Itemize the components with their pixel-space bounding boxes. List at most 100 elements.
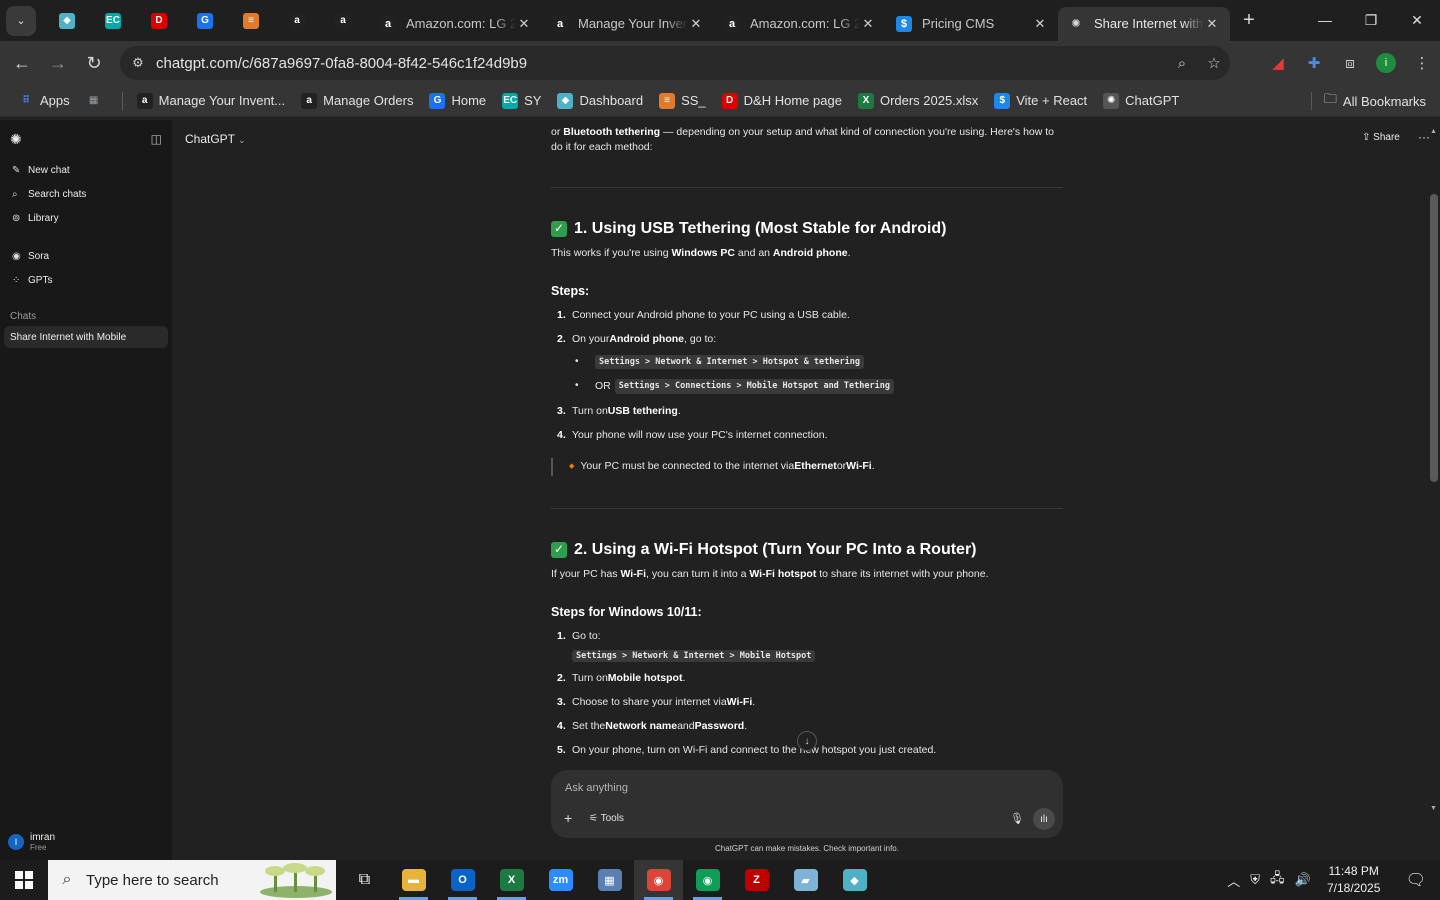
aqua-diamond-icon: ◆ bbox=[59, 12, 75, 29]
pinned-tab[interactable]: a bbox=[274, 6, 320, 36]
close-tab-icon[interactable]: ✕ bbox=[1032, 16, 1048, 32]
taskbar-search[interactable]: ⌕ Type here to search bbox=[48, 860, 336, 900]
minimize-button[interactable]: — bbox=[1302, 0, 1348, 40]
pinned-tab[interactable]: D bbox=[136, 6, 182, 36]
system-tray: ︿ ⛨ 🖧 🔊 11:48 PM 7/18/2025 🗨 bbox=[1222, 860, 1440, 900]
browser-tab[interactable]: a Amazon.com: LG 2 ✕ bbox=[370, 7, 542, 41]
extension-icon[interactable]: ✚ bbox=[1296, 45, 1332, 81]
network-icon[interactable]: 🖧 bbox=[1265, 869, 1290, 891]
forward-button[interactable]: → bbox=[40, 45, 76, 81]
pinned-tab[interactable]: a bbox=[320, 6, 366, 36]
taskbar-app[interactable]: X bbox=[487, 860, 536, 900]
browser-tab[interactable]: a Amazon.com: LG 2 ✕ bbox=[714, 7, 886, 41]
scroll-to-bottom-button[interactable]: ↓ bbox=[797, 731, 817, 751]
sidebar-item-library[interactable]: ⊚ Library bbox=[0, 206, 172, 230]
share-button[interactable]: ⇪ Share bbox=[1362, 132, 1400, 143]
address-bar[interactable]: ⚙ chatgpt.com/c/687a9697-0fa8-8004-8f42-… bbox=[120, 46, 1230, 80]
browser-tab[interactable]: a Manage Your Inven ✕ bbox=[542, 7, 714, 41]
scroll-up-icon[interactable]: ▲ bbox=[1430, 128, 1437, 135]
close-window-button[interactable]: ✕ bbox=[1394, 0, 1440, 40]
pinned-tab[interactable]: ≡ bbox=[228, 6, 274, 36]
section-heading: ✓ 1. Using USB Tethering (Most Stable for… bbox=[551, 217, 946, 240]
puzzle-icon[interactable]: ⧈ bbox=[1332, 45, 1368, 81]
security-icon[interactable]: ⛨ bbox=[1245, 872, 1265, 888]
taskbar-app[interactable]: ▦ bbox=[585, 860, 634, 900]
all-bookmarks-button[interactable]: 🗀 All Bookmarks bbox=[1305, 87, 1426, 115]
bookmark-item[interactable]: ▦ bbox=[78, 87, 116, 115]
microphone-icon[interactable]: 🎙 bbox=[1010, 812, 1024, 825]
pdf-extension-icon[interactable]: ◢ bbox=[1260, 45, 1296, 81]
volume-icon[interactable]: 🔊 bbox=[1290, 872, 1316, 888]
back-button[interactable]: ← bbox=[4, 45, 40, 81]
prompt-input[interactable]: Ask anything bbox=[565, 782, 628, 794]
openai-logo-icon[interactable]: ✺ bbox=[10, 131, 22, 148]
scroll-down-icon[interactable]: ▼ bbox=[1430, 805, 1437, 812]
notifications-icon[interactable]: 🗨 bbox=[1392, 870, 1440, 890]
pinned-tab[interactable]: EC bbox=[90, 6, 136, 36]
pinned-tab[interactable]: G bbox=[182, 6, 228, 36]
close-sidebar-icon[interactable]: ◫ bbox=[151, 132, 162, 146]
taskbar-app[interactable]: ◆ bbox=[830, 860, 879, 900]
bookmark-item[interactable]: ≡ SS_ bbox=[651, 87, 714, 115]
bookmark-item[interactable]: D D&H Home page bbox=[714, 87, 850, 115]
sidebar-chat-item[interactable]: Share Internet with Mobile bbox=[4, 326, 168, 348]
bookmark-item[interactable]: EC SY bbox=[494, 87, 549, 115]
bookmark-item[interactable]: ⠿ Apps bbox=[10, 87, 78, 115]
bookmark-star-icon[interactable]: ☆ bbox=[1198, 54, 1230, 72]
tab-favicon-icon: ✺ bbox=[1071, 18, 1081, 30]
clock-time: 11:48 PM bbox=[1328, 864, 1379, 879]
sidebar-item-sora[interactable]: ◉ Sora bbox=[0, 244, 172, 268]
restore-button[interactable]: ❐ bbox=[1348, 0, 1394, 40]
clock[interactable]: 11:48 PM 7/18/2025 bbox=[1316, 863, 1392, 897]
taskbar-app[interactable]: ◉ bbox=[634, 860, 683, 900]
browser-tab[interactable]: ✺ Share Internet with ✕ bbox=[1058, 6, 1230, 41]
scrollbar-thumb[interactable] bbox=[1430, 194, 1438, 482]
pinned-tab[interactable]: ◆ bbox=[44, 6, 90, 36]
model-selector[interactable]: ChatGPT ⌄ bbox=[185, 132, 246, 146]
profile-avatar[interactable]: i bbox=[1376, 53, 1396, 73]
taskbar-app[interactable]: zm bbox=[536, 860, 585, 900]
sidebar-item-new-chat[interactable]: ✎ New chat bbox=[0, 158, 172, 182]
taskbar-app[interactable]: ⧉ bbox=[340, 860, 389, 900]
bookmark-item[interactable]: a Manage Your Invent... bbox=[129, 87, 293, 115]
zoom-icon[interactable]: ⌕ bbox=[1166, 55, 1198, 72]
plus-icon[interactable]: + bbox=[564, 810, 572, 826]
browser-tab[interactable]: $ Pricing CMS ✕ bbox=[886, 7, 1058, 41]
bookmark-item[interactable]: a Manage Orders bbox=[293, 87, 421, 115]
bookmark-item[interactable]: ◆ Dashboard bbox=[549, 87, 651, 115]
close-tab-icon[interactable]: ✕ bbox=[688, 16, 704, 32]
close-tab-icon[interactable]: ✕ bbox=[1204, 16, 1220, 32]
list-item: 3. Turn on USB tethering. bbox=[557, 405, 681, 417]
dollar-icon: $ bbox=[994, 92, 1011, 109]
tab-list: a Amazon.com: LG 2 ✕ a Manage Your Inven ✕ a Am… bbox=[370, 1, 1230, 41]
bookmark-item[interactable]: G Home bbox=[421, 87, 494, 115]
scrollbar[interactable]: ▲ ▼ bbox=[1428, 128, 1440, 812]
taskbar-app[interactable]: ◉ bbox=[683, 860, 732, 900]
user-name: imran bbox=[30, 832, 56, 843]
show-hidden-icons-icon[interactable]: ︿ bbox=[1222, 871, 1245, 890]
user-profile[interactable]: I imran Free bbox=[8, 832, 55, 852]
new-tab-button[interactable]: + bbox=[1234, 9, 1264, 32]
taskbar-app[interactable]: Z bbox=[732, 860, 781, 900]
close-tab-icon[interactable]: ✕ bbox=[860, 16, 876, 32]
voice-mode-icon[interactable]: ılı bbox=[1033, 808, 1055, 830]
close-tab-icon[interactable]: ✕ bbox=[516, 16, 532, 32]
menu-kebab-icon[interactable]: ⋮ bbox=[1404, 45, 1440, 81]
bookmark-item[interactable]: X Orders 2025.xlsx bbox=[850, 87, 986, 115]
bookmark-item[interactable]: $ Vite + React bbox=[986, 87, 1095, 115]
tab-search-button[interactable]: ⌄ bbox=[6, 5, 36, 36]
start-button[interactable] bbox=[0, 860, 48, 900]
toolbar-extensions: ◢ ✚ ⧈ i ⋮ bbox=[1260, 41, 1440, 85]
model-label: ChatGPT bbox=[185, 132, 235, 146]
taskbar-app[interactable]: O bbox=[438, 860, 487, 900]
dh-icon: D bbox=[151, 12, 167, 29]
taskbar-app[interactable]: ▰ bbox=[781, 860, 830, 900]
sidebar-item-gpts[interactable]: ⁘ GPTs bbox=[0, 268, 172, 292]
tools-button[interactable]: ⚟ Tools bbox=[589, 813, 624, 824]
sidebar-item-search-chats[interactable]: ⌕ Search chats bbox=[0, 182, 172, 206]
reload-button[interactable]: ↻ bbox=[76, 45, 112, 81]
site-info-icon[interactable]: ⚙ bbox=[120, 55, 156, 71]
bookmark-item[interactable]: ✺ ChatGPT bbox=[1095, 87, 1187, 115]
pinned-tabs: ◆ EC D G ≡ a a bbox=[44, 6, 366, 36]
taskbar-app[interactable]: ▬ bbox=[389, 860, 438, 900]
